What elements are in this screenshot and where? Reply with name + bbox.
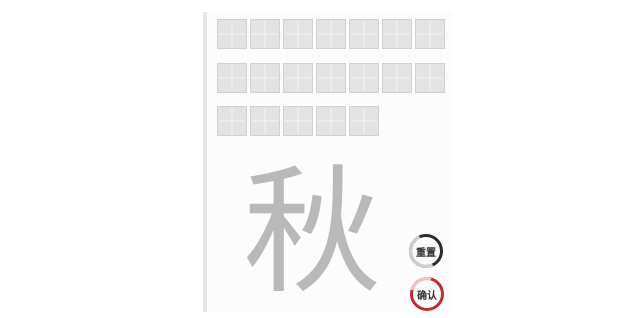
grid-cell[interactable]: [316, 106, 346, 136]
grid-cell[interactable]: [217, 63, 247, 93]
grid-cell[interactable]: [283, 19, 313, 49]
grid-cell[interactable]: [382, 63, 412, 93]
grid-cell[interactable]: [415, 63, 445, 93]
grid-cell[interactable]: [250, 19, 280, 49]
grid-cell[interactable]: [217, 19, 247, 49]
grid-cell[interactable]: [217, 106, 247, 136]
grid-cell[interactable]: [349, 63, 379, 93]
grid-cell[interactable]: [316, 63, 346, 93]
reset-button[interactable]: 重置: [404, 229, 448, 273]
grid-cell[interactable]: [349, 106, 379, 136]
reset-button-label: 重置: [416, 247, 436, 259]
grid-cell[interactable]: [250, 106, 280, 136]
grid-cell[interactable]: [349, 19, 379, 49]
grid-cell[interactable]: [283, 106, 313, 136]
grid-cell[interactable]: [250, 63, 280, 93]
confirm-button[interactable]: 确认: [403, 270, 451, 318]
confirm-button-label: 确认: [417, 290, 437, 302]
grid-row: [217, 63, 445, 93]
grid-row: [217, 106, 379, 136]
grid-cell[interactable]: [283, 63, 313, 93]
grid-cell[interactable]: [382, 19, 412, 49]
grid-row: [217, 19, 445, 49]
grid-cell[interactable]: [415, 19, 445, 49]
practice-character[interactable]: 秋: [232, 158, 392, 308]
grid-cell[interactable]: [316, 19, 346, 49]
